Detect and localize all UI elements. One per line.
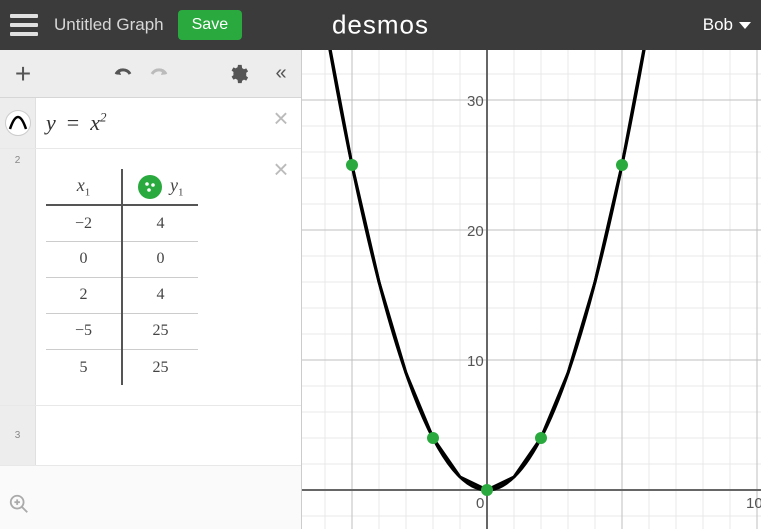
redo-button[interactable] xyxy=(142,57,176,91)
expression-toolbar: + « xyxy=(0,50,301,98)
y-tick-10: 10 xyxy=(467,353,484,370)
expression-index[interactable]: 2 xyxy=(0,149,36,405)
save-button[interactable]: Save xyxy=(178,10,242,40)
x-tick-10: 10 xyxy=(746,495,761,512)
undo-button[interactable] xyxy=(106,57,140,91)
expression-item-table[interactable]: 2 x1 y xyxy=(0,149,301,406)
grid-minor xyxy=(302,50,761,529)
settings-button[interactable] xyxy=(221,57,255,91)
menu-icon[interactable] xyxy=(10,14,38,36)
collapse-panel-button[interactable]: « xyxy=(261,57,295,91)
y-tick-30: 30 xyxy=(467,93,484,110)
grid-major xyxy=(302,50,761,529)
close-icon[interactable]: × xyxy=(267,104,295,132)
table-row: 00 xyxy=(46,241,198,277)
table-row: −24 xyxy=(46,205,198,241)
expression-gutter[interactable] xyxy=(0,98,36,148)
expression-list: y = x2 × 2 x1 xyxy=(0,98,301,529)
table-row: 24 xyxy=(46,277,198,313)
table-header-y[interactable]: y1 xyxy=(122,169,198,205)
add-expression-button[interactable]: + xyxy=(6,57,40,91)
origin-label: 0 xyxy=(476,495,484,512)
curve-icon xyxy=(5,110,31,136)
document-title[interactable]: Untitled Graph xyxy=(54,15,164,35)
user-name: Bob xyxy=(703,15,733,35)
table-header-x[interactable]: x1 xyxy=(46,169,122,205)
table-row: 525 xyxy=(46,349,198,385)
expression-index[interactable]: 3 xyxy=(0,406,36,465)
zoom-fit-button[interactable] xyxy=(8,493,30,521)
y-tick-20: 20 xyxy=(467,223,484,240)
graph-area[interactable]: 10 20 30 10 0 xyxy=(302,50,761,529)
expression-item-equation[interactable]: y = x2 × xyxy=(0,98,301,149)
top-bar: Untitled Graph Save desmos Bob xyxy=(0,0,761,50)
equation-text[interactable]: y = x2 xyxy=(46,110,106,135)
table-row: −525 xyxy=(46,313,198,349)
close-icon[interactable]: × xyxy=(267,155,295,183)
points-style-icon[interactable] xyxy=(138,175,162,199)
data-table[interactable]: x1 y1 −24 xyxy=(46,169,198,385)
expression-item-empty[interactable]: 3 xyxy=(0,406,301,466)
desmos-logo: desmos xyxy=(332,10,429,41)
user-menu[interactable]: Bob xyxy=(703,15,751,35)
expression-panel: + « xyxy=(0,50,302,529)
caret-down-icon xyxy=(739,22,751,29)
